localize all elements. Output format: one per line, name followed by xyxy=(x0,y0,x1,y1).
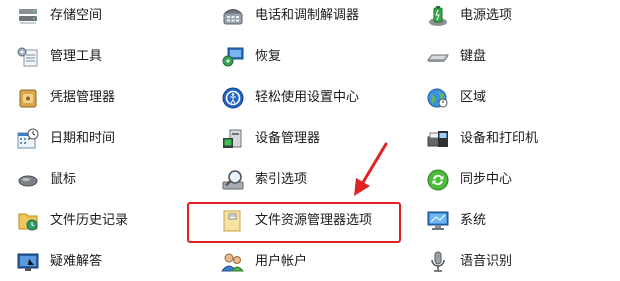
device-manager-icon xyxy=(221,127,245,151)
cp-item-troubleshooting[interactable]: 疑难解答 xyxy=(16,249,102,275)
sync-center-icon xyxy=(426,168,450,192)
cp-item-user-accounts[interactable]: 用户帐户 xyxy=(221,249,307,275)
cp-item-phone-modem[interactable]: 电话和调制解调器 xyxy=(221,3,359,29)
keyboard-icon xyxy=(426,45,450,69)
credential-manager-icon xyxy=(16,86,40,110)
phone-modem-icon xyxy=(221,4,245,28)
cp-item-label: 日期和时间 xyxy=(50,131,116,146)
cp-item-file-history[interactable]: 文件历史记录 xyxy=(16,208,128,234)
annotation-arrow-icon xyxy=(354,142,388,196)
cp-item-label: 恢复 xyxy=(255,49,282,64)
date-time-icon xyxy=(16,127,40,151)
cp-item-device-manager[interactable]: 设备管理器 xyxy=(221,126,320,152)
storage-spaces-icon xyxy=(16,4,40,28)
cp-item-power-options[interactable]: 电源选项 xyxy=(426,3,512,29)
cp-item-label: 键盘 xyxy=(460,49,487,64)
ease-of-access-icon xyxy=(221,86,245,110)
recovery-icon xyxy=(221,45,245,69)
cp-item-label: 鼠标 xyxy=(50,172,77,187)
indexing-options-icon xyxy=(221,168,245,192)
cp-item-mouse[interactable]: 鼠标 xyxy=(16,167,76,193)
cp-item-credential-manager[interactable]: 凭据管理器 xyxy=(16,85,115,111)
cp-item-label: 轻松使用设置中心 xyxy=(255,90,360,105)
system-icon xyxy=(426,209,450,233)
devices-printers-icon xyxy=(426,127,450,151)
cp-item-storage-spaces[interactable]: 存储空间 xyxy=(16,3,102,29)
cp-item-admin-tools[interactable]: 管理工具 xyxy=(16,44,102,70)
mouse-icon xyxy=(16,168,40,192)
cp-item-devices-printers[interactable]: 设备和打印机 xyxy=(426,126,538,152)
cp-item-sync-center[interactable]: 同步中心 xyxy=(426,167,512,193)
cp-item-label: 同步中心 xyxy=(460,172,513,187)
cp-item-keyboard[interactable]: 键盘 xyxy=(426,44,486,70)
cp-item-label: 索引选项 xyxy=(255,172,308,187)
cp-item-label: 电源选项 xyxy=(460,8,513,23)
cp-item-label: 疑难解答 xyxy=(50,254,103,269)
troubleshooting-icon xyxy=(16,250,40,274)
cp-item-label: 设备和打印机 xyxy=(460,131,539,146)
cp-item-label: 凭据管理器 xyxy=(50,90,116,105)
cp-item-label: 文件历史记录 xyxy=(50,213,129,228)
power-options-icon xyxy=(426,4,450,28)
cp-item-label: 电话和调制解调器 xyxy=(255,8,360,23)
highlight-box xyxy=(187,202,401,243)
cp-item-indexing-options[interactable]: 索引选项 xyxy=(221,167,307,193)
cp-item-label: 设备管理器 xyxy=(255,131,321,146)
cp-item-label: 语音识别 xyxy=(460,254,513,269)
cp-item-date-time[interactable]: 日期和时间 xyxy=(16,126,115,152)
cp-item-label: 区域 xyxy=(460,90,487,105)
cp-item-ease-of-access[interactable]: 轻松使用设置中心 xyxy=(221,85,359,111)
admin-tools-icon xyxy=(16,45,40,69)
cp-item-label: 系统 xyxy=(460,213,487,228)
user-accounts-icon xyxy=(221,250,245,274)
cp-item-recovery[interactable]: 恢复 xyxy=(221,44,281,70)
region-icon xyxy=(426,86,450,110)
file-history-icon xyxy=(16,209,40,233)
cp-item-label: 存储空间 xyxy=(50,8,103,23)
cp-item-speech-recognition[interactable]: 语音识别 xyxy=(426,249,512,275)
cp-item-label: 管理工具 xyxy=(50,49,103,64)
speech-recognition-icon xyxy=(426,250,450,274)
cp-item-region[interactable]: 区域 xyxy=(426,85,486,111)
cp-item-system[interactable]: 系统 xyxy=(426,208,486,234)
cp-item-label: 用户帐户 xyxy=(255,254,308,269)
